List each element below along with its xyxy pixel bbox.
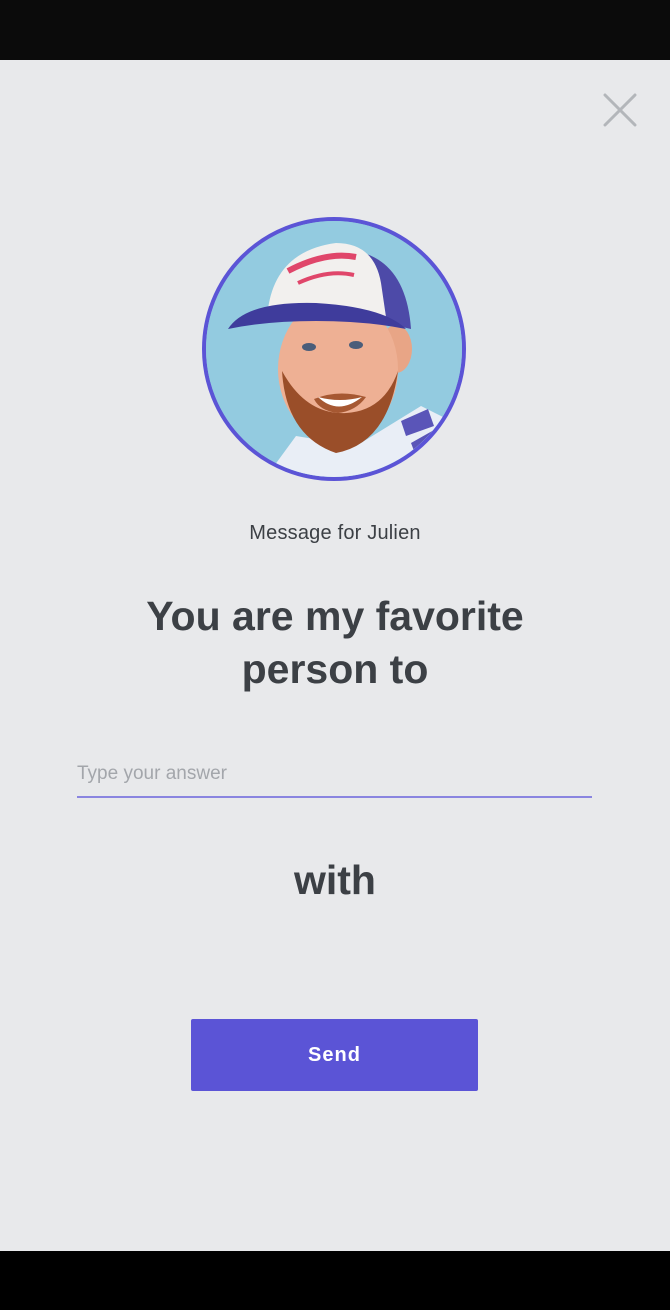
navigation-bar	[0, 1251, 670, 1310]
send-button[interactable]: Send	[191, 1019, 478, 1091]
prompt-suffix: with	[294, 857, 376, 903]
prompt-text: You are my favorite person to	[146, 593, 524, 692]
answer-field[interactable]	[77, 752, 592, 798]
avatar-photo	[206, 221, 462, 477]
recipient-label: Message for Julien	[249, 522, 421, 544]
answer-input[interactable]	[77, 752, 592, 796]
message-screen: Message for Julien You are my favorite p…	[0, 60, 670, 1251]
avatar	[202, 217, 466, 481]
status-bar	[0, 0, 670, 60]
close-button[interactable]	[596, 86, 644, 134]
close-icon	[603, 93, 637, 127]
